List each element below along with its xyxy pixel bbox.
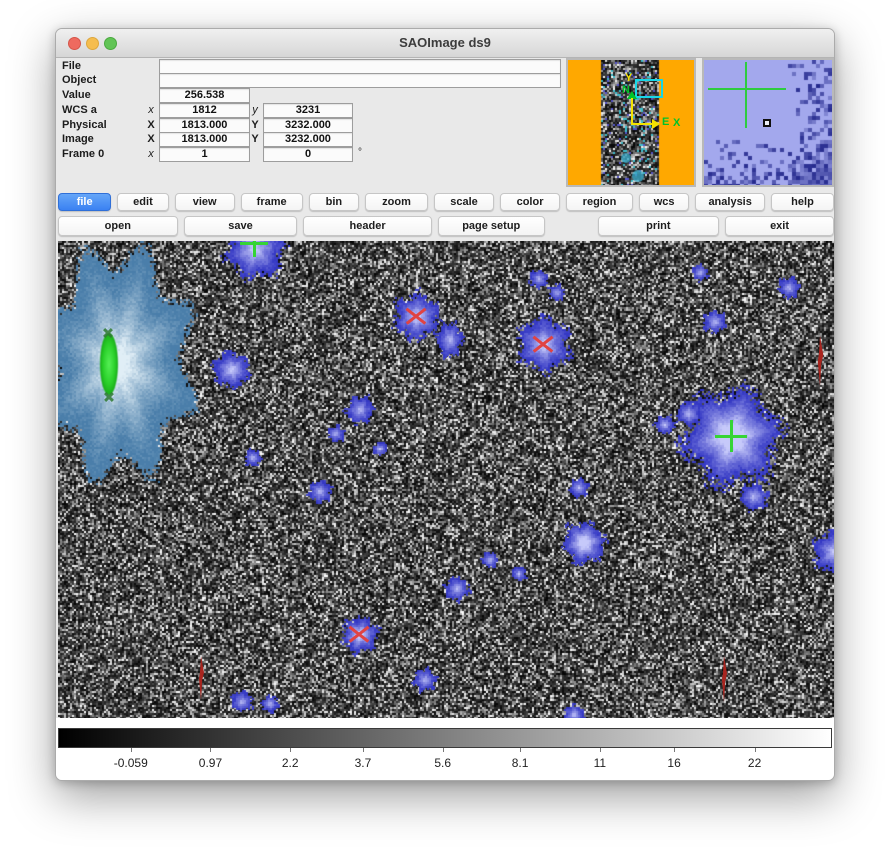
file-field[interactable]	[159, 59, 561, 74]
colorbar[interactable]	[58, 728, 832, 748]
colorbar-tick	[363, 748, 364, 752]
colorbar-tick	[131, 748, 132, 752]
physical-y-field[interactable]: 3232.000	[263, 118, 353, 133]
wcs-x-label: x	[145, 103, 157, 117]
menu-file[interactable]: file	[58, 193, 111, 211]
physical-y-label: Y	[249, 118, 261, 132]
colorbar-tick-label: 3.7	[355, 756, 372, 770]
panner-viewport-rect[interactable]	[635, 79, 663, 98]
object-label: Object	[62, 73, 152, 87]
colorbar-tick-label: 0.97	[199, 756, 222, 770]
page-setup-button[interactable]: page setup	[438, 216, 545, 236]
menu-view[interactable]: view	[175, 193, 235, 211]
colorbar-tick	[755, 748, 756, 752]
frame-rotate-field[interactable]: 0	[263, 147, 353, 162]
colorbar-tick-label: 22	[748, 756, 761, 770]
panner-east-arrow-icon	[652, 119, 660, 129]
colorbar-tick	[520, 748, 521, 752]
titlebar[interactable]: SAOImage ds9	[56, 29, 834, 58]
file-label: File	[62, 59, 152, 73]
magnifier[interactable]	[702, 58, 834, 187]
magnifier-crosshair-v	[745, 62, 747, 128]
image-x-field[interactable]: 1813.000	[159, 132, 250, 147]
colorbar-tick	[290, 748, 291, 752]
colorbar-tick-label: 16	[667, 756, 680, 770]
print-button[interactable]: print	[598, 216, 720, 236]
value-field[interactable]: 256.538	[159, 88, 250, 103]
menu-scale[interactable]: scale	[434, 193, 494, 211]
fits-image	[58, 241, 834, 718]
colorbar-tick	[443, 748, 444, 752]
ds9-window: SAOImage ds9 File Object Value 256.538 W…	[55, 28, 835, 781]
menu-bin[interactable]: bin	[309, 193, 359, 211]
save-button[interactable]: save	[184, 216, 298, 236]
panner-x-axis-label: X	[673, 118, 680, 129]
menu-color[interactable]: color	[500, 193, 560, 211]
frame-x-label: x	[145, 147, 157, 161]
colorbar-panel: -0.059 0.97 2.2 3.7 5.6 8.1 11 16 22	[56, 718, 835, 781]
menu-wcs[interactable]: wcs	[639, 193, 689, 211]
frame-label: Frame 0	[62, 147, 152, 161]
wcs-y-label: y	[249, 103, 261, 117]
wcs-label: WCS a	[62, 103, 152, 117]
degree-symbol: °	[358, 147, 362, 158]
physical-label: Physical	[62, 118, 152, 132]
object-field[interactable]	[159, 73, 561, 88]
menu-frame[interactable]: frame	[241, 193, 303, 211]
colorbar-tick-label: 2.2	[282, 756, 299, 770]
menu-analysis[interactable]: analysis	[695, 193, 765, 211]
window-title: SAOImage ds9	[56, 29, 834, 57]
image-y-field[interactable]: 3232.000	[263, 132, 353, 147]
wcs-y-field[interactable]: 3231	[263, 103, 353, 118]
colorbar-tick	[674, 748, 675, 752]
magnifier-crosshair-h	[708, 88, 786, 90]
colorbar-tick-label: -0.059	[114, 756, 148, 770]
panner-x-axis-line	[632, 123, 653, 125]
physical-x-label: X	[145, 118, 157, 132]
colorbar-tick	[210, 748, 211, 752]
menu-edit[interactable]: edit	[117, 193, 168, 211]
image-y-label: Y	[249, 132, 261, 146]
magnifier-cursor-box	[763, 119, 771, 127]
wcs-x-field[interactable]: 1812	[159, 103, 250, 118]
value-label: Value	[62, 88, 152, 102]
file-action-bar: open save header page setup print exit	[58, 216, 834, 236]
image-display[interactable]	[58, 241, 834, 718]
open-button[interactable]: open	[58, 216, 178, 236]
menu-bar: file edit view frame bin zoom scale colo…	[58, 193, 834, 211]
panner-y-axis-line	[631, 98, 633, 125]
exit-button[interactable]: exit	[725, 216, 834, 236]
menu-help[interactable]: help	[771, 193, 834, 211]
panner-y-axis-label: Y	[625, 73, 632, 84]
physical-x-field[interactable]: 1813.000	[159, 118, 250, 133]
menu-zoom[interactable]: zoom	[365, 193, 428, 211]
frame-zoom-field[interactable]: 1	[159, 147, 250, 162]
panner[interactable]: Y N E X	[566, 58, 696, 187]
colorbar-tick-label: 5.6	[434, 756, 451, 770]
colorbar-tick	[600, 748, 601, 752]
menu-region[interactable]: region	[566, 193, 633, 211]
panner-east-label: E	[662, 117, 669, 128]
image-x-label: X	[145, 132, 157, 146]
image-label: Image	[62, 132, 152, 146]
colorbar-tick-label: 11	[594, 756, 606, 770]
header-button[interactable]: header	[303, 216, 431, 236]
colorbar-tick-label: 8.1	[512, 756, 529, 770]
